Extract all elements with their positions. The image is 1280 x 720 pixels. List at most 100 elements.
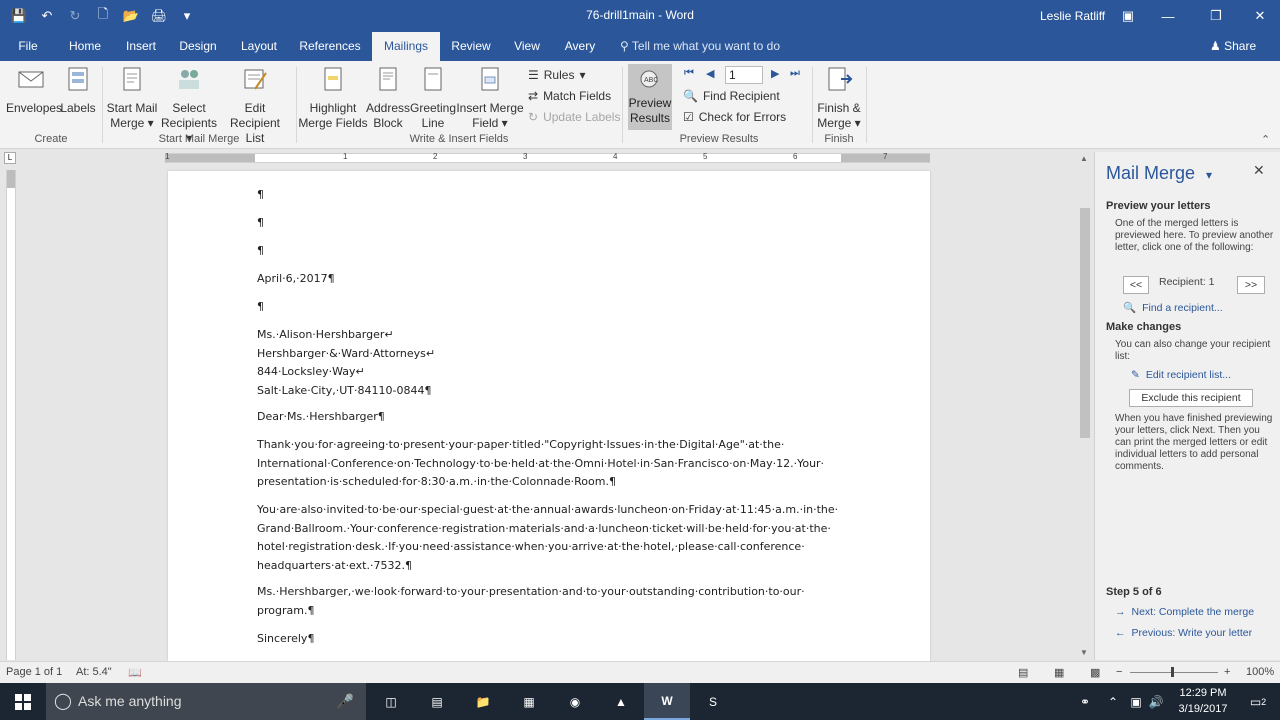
empty-paragraph[interactable]: ¶ bbox=[257, 186, 857, 205]
windows-start-icon[interactable] bbox=[0, 683, 46, 720]
empty-paragraph[interactable]: ¶ bbox=[257, 298, 857, 317]
tab-mailings[interactable]: Mailings bbox=[372, 32, 440, 61]
tab-layout[interactable]: Layout bbox=[232, 32, 286, 61]
tab-file[interactable]: File bbox=[8, 32, 48, 61]
tell-me-box[interactable]: ⚲ Tell me what you want to do bbox=[620, 32, 780, 61]
rules-label: Rules bbox=[543, 68, 575, 82]
system-clock[interactable]: 12:29 PM 3/19/2017 bbox=[1168, 685, 1238, 717]
first-record-icon[interactable]: ⏮ bbox=[684, 67, 694, 80]
screen-recorder-icon[interactable]: S bbox=[690, 683, 736, 720]
vertical-ruler[interactable] bbox=[6, 170, 16, 660]
update-labels-button[interactable]: ↻ Update Labels bbox=[528, 107, 620, 127]
pdf-reader-icon[interactable]: ▲ bbox=[598, 683, 644, 720]
zoom-level[interactable]: 100% bbox=[1246, 666, 1274, 678]
close-button[interactable]: ✕ bbox=[1240, 0, 1280, 32]
exclude-recipient-button[interactable]: Exclude this recipient bbox=[1129, 389, 1253, 407]
find-recipient-link[interactable]: 🔍 Find a recipient... bbox=[1123, 301, 1223, 315]
scroll-up-icon[interactable]: ▲ bbox=[1080, 154, 1088, 163]
highlight-merge-fields-button[interactable]: Highlight Merge Fields bbox=[298, 65, 368, 131]
previous-step-link[interactable]: ← Previous: Write your letter bbox=[1115, 627, 1252, 639]
scroll-thumb[interactable] bbox=[1080, 208, 1090, 438]
page-count[interactable]: Page 1 of 1 bbox=[6, 666, 62, 678]
labels-button[interactable]: Labels bbox=[58, 65, 98, 116]
last-record-icon[interactable]: ⏭ bbox=[790, 67, 800, 80]
salutation[interactable]: Dear·Ms.·Hershbarger¶ bbox=[257, 408, 857, 427]
collapse-ribbon-icon[interactable]: ⌃ bbox=[1261, 133, 1270, 146]
redo-icon[interactable]: ↻ bbox=[64, 5, 86, 27]
calculator-icon[interactable]: ▦ bbox=[506, 683, 552, 720]
scroll-down-icon[interactable]: ▼ bbox=[1080, 648, 1088, 657]
tab-view[interactable]: View bbox=[506, 32, 548, 61]
rules-button[interactable]: ☰ Rules ▾ bbox=[528, 65, 585, 85]
finish-merge-button[interactable]: Finish & Merge ▾ bbox=[814, 65, 864, 131]
address-block-button[interactable]: Address Block bbox=[366, 65, 410, 131]
zoom-out-icon[interactable]: − bbox=[1116, 666, 1122, 678]
save-icon[interactable]: 💾 bbox=[8, 5, 30, 27]
cortana-search-box[interactable]: ◯ Ask me anything 🎤 bbox=[46, 683, 366, 720]
greeting-line-button[interactable]: Greeting Line bbox=[410, 65, 456, 131]
insert-merge-field-button[interactable]: Insert Merge Field ▾ bbox=[456, 65, 524, 131]
body-paragraph-2[interactable]: You·are·also·invited·to·be·our·special·g… bbox=[257, 501, 877, 575]
user-name[interactable]: Leslie Ratliff bbox=[1040, 9, 1105, 23]
ribbon-display-options-icon[interactable]: ▣ bbox=[1108, 0, 1148, 32]
tab-review[interactable]: Review bbox=[446, 32, 496, 61]
document-page[interactable]: ¶ ¶ ¶ April·6,·2017¶ ¶ Ms.·Alison·Hershb… bbox=[168, 171, 930, 661]
proofing-icon[interactable]: 📖 bbox=[128, 666, 142, 679]
restore-button[interactable]: ❐ bbox=[1196, 0, 1236, 32]
minimize-button[interactable]: — bbox=[1148, 0, 1188, 32]
read-mode-icon[interactable]: ▤ bbox=[1018, 666, 1028, 679]
open-folder-icon[interactable]: 📂 bbox=[120, 5, 142, 27]
empty-paragraph[interactable]: ¶ bbox=[257, 214, 857, 233]
task-view-icon[interactable]: ◫ bbox=[368, 683, 414, 720]
firefox-icon[interactable]: ◉ bbox=[552, 683, 598, 720]
zoom-slider[interactable] bbox=[1130, 672, 1218, 673]
tab-design[interactable]: Design bbox=[172, 32, 224, 61]
web-layout-icon[interactable]: ▩ bbox=[1090, 666, 1100, 679]
new-document-icon[interactable]: 🗋 bbox=[92, 5, 114, 27]
pane-title[interactable]: Mail Merge ▾ bbox=[1106, 163, 1212, 184]
vertical-scrollbar[interactable]: ▲ ▼ bbox=[1078, 152, 1092, 660]
letter-date[interactable]: April·6,·2017¶ bbox=[257, 270, 857, 289]
pane-options-icon[interactable]: ▾ bbox=[1206, 168, 1212, 182]
address-block[interactable]: Ms.·Alison·Hershbarger↵ Hershbarger·&·Wa… bbox=[257, 326, 857, 400]
previous-recipient-button[interactable]: << bbox=[1123, 276, 1149, 294]
notifications-icon[interactable]: ▭ 2 bbox=[1238, 683, 1278, 720]
print-preview-icon[interactable]: 🖨 bbox=[148, 5, 170, 27]
share-button[interactable]: ♟ Share bbox=[1210, 32, 1256, 61]
next-step-link[interactable]: → Next: Complete the merge bbox=[1115, 606, 1254, 618]
match-fields-button[interactable]: ⇄ Match Fields bbox=[528, 86, 611, 106]
envelopes-button[interactable]: Envelopes bbox=[6, 65, 62, 116]
close-icon[interactable]: ✕ bbox=[1253, 162, 1265, 179]
check-errors-button[interactable]: ☑ Check for Errors bbox=[683, 107, 786, 127]
tab-insert[interactable]: Insert bbox=[118, 32, 164, 61]
print-layout-icon[interactable]: ▦ bbox=[1054, 666, 1064, 679]
tab-selector[interactable]: L bbox=[4, 152, 16, 164]
preview-results-button[interactable]: ABC Preview Results bbox=[628, 64, 672, 130]
app-icon[interactable]: ▤ bbox=[414, 683, 460, 720]
start-mail-merge-button[interactable]: Start Mail Merge ▾ bbox=[104, 65, 160, 131]
body-paragraph-1[interactable]: Thank·you·for·agreeing·to·present·your·p… bbox=[257, 436, 877, 492]
word-icon[interactable]: W bbox=[644, 683, 690, 720]
tab-avery[interactable]: Avery bbox=[556, 32, 604, 61]
closing[interactable]: Sincerely¶ bbox=[257, 630, 857, 649]
next-recipient-button[interactable]: >> bbox=[1237, 276, 1265, 294]
tab-references[interactable]: References bbox=[296, 32, 364, 61]
body-paragraph-3[interactable]: Ms.·Hershbarger,·we·look·forward·to·your… bbox=[257, 583, 877, 620]
file-explorer-icon[interactable]: 📁 bbox=[460, 683, 506, 720]
undo-icon[interactable]: ↶ bbox=[36, 5, 58, 27]
volume-icon[interactable]: 🔊 bbox=[1144, 683, 1168, 720]
zoom-slider-thumb[interactable] bbox=[1171, 667, 1174, 677]
recipients-icon bbox=[179, 70, 199, 89]
cursor-position[interactable]: At: 5.4" bbox=[76, 666, 112, 678]
microphone-icon[interactable]: 🎤 bbox=[337, 683, 354, 720]
find-recipient-button[interactable]: 🔍 Find Recipient bbox=[683, 86, 780, 106]
previous-record-icon[interactable]: ◀ bbox=[706, 67, 714, 80]
empty-paragraph[interactable]: ¶ bbox=[257, 242, 857, 261]
next-record-icon[interactable]: ▶ bbox=[771, 67, 779, 80]
customize-qat-icon[interactable]: ▾ bbox=[176, 5, 198, 27]
zoom-in-icon[interactable]: + bbox=[1224, 666, 1230, 678]
tab-home[interactable]: Home bbox=[60, 32, 110, 61]
record-number-input[interactable]: 1 bbox=[725, 66, 763, 84]
horizontal-ruler[interactable]: 1 1 2 3 4 5 6 7 bbox=[165, 152, 930, 163]
edit-recipient-list-link[interactable]: ✎ Edit recipient list... bbox=[1131, 369, 1231, 381]
